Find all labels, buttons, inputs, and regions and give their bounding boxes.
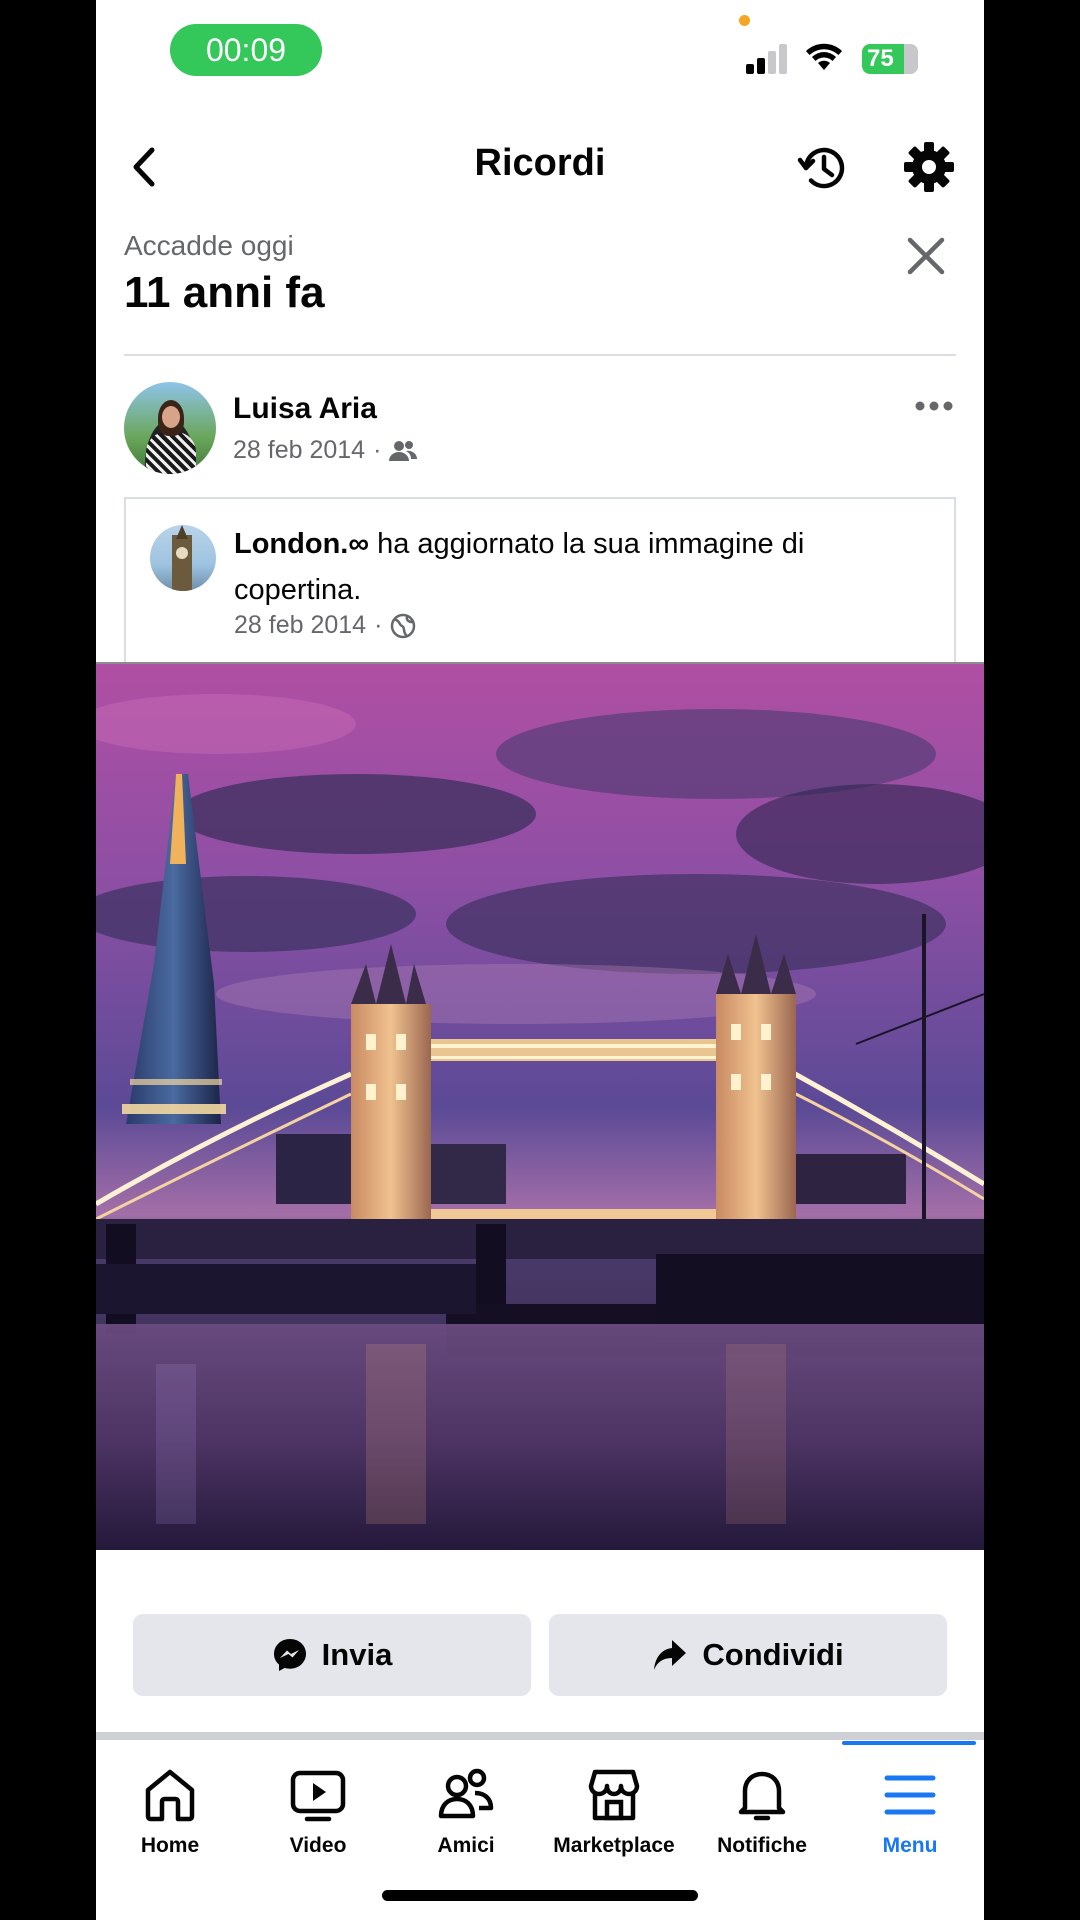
- status-bar: 00:09 75: [96, 0, 984, 110]
- nav-label-notifications: Notifiche: [717, 1834, 807, 1857]
- memory-subtitle: Accadde oggi: [124, 230, 294, 261]
- nav-item-notifications[interactable]: Notifiche: [688, 1746, 836, 1866]
- shared-post-meta: 28 feb 2014 ·: [234, 611, 416, 640]
- send-button[interactable]: Invia: [133, 1614, 531, 1696]
- marketplace-icon: [588, 1769, 640, 1821]
- privacy-indicator-dot: [739, 15, 750, 26]
- menu-icon: [884, 1775, 936, 1815]
- home-icon: [145, 1769, 195, 1822]
- bottom-navigation: Home Video Amici Marketplace Notifiche M…: [96, 1746, 984, 1866]
- nav-item-menu[interactable]: Menu: [836, 1746, 984, 1866]
- messenger-icon: [273, 1639, 306, 1671]
- tower-bridge-image: [96, 664, 984, 1550]
- cover-photo[interactable]: [96, 662, 984, 1550]
- avatar-tower-top: [176, 525, 188, 539]
- cellular-signal-icon: [746, 44, 787, 74]
- nav-label-video: Video: [289, 1834, 347, 1857]
- avatar-face: [162, 406, 180, 428]
- nav-item-friends[interactable]: Amici: [392, 1746, 540, 1866]
- globe-icon: [391, 613, 416, 638]
- app-screen: 00:09 75 Ricordi Accadde oggi 11 anni fa…: [96, 0, 984, 1920]
- gear-icon[interactable]: [902, 140, 956, 194]
- video-icon: [290, 1770, 346, 1822]
- page-avatar[interactable]: [150, 525, 216, 591]
- bell-icon: [738, 1771, 786, 1821]
- history-icon[interactable]: [796, 140, 852, 196]
- close-icon[interactable]: [906, 236, 946, 276]
- wifi-icon: [806, 43, 842, 70]
- meta-separator: ·: [373, 436, 382, 464]
- avatar-body: [146, 432, 196, 474]
- nav-divider: [96, 1732, 984, 1740]
- author-avatar[interactable]: [124, 382, 216, 474]
- nav-item-home[interactable]: Home: [96, 1746, 244, 1866]
- share-button[interactable]: Condividi: [549, 1614, 947, 1696]
- author-name[interactable]: Luisa Aria: [233, 392, 377, 426]
- home-indicator[interactable]: [382, 1890, 698, 1901]
- screen-recording-timer[interactable]: 00:09: [170, 24, 322, 76]
- battery-indicator: 75: [862, 44, 918, 74]
- section-divider: [124, 354, 956, 356]
- page-header: Ricordi: [96, 120, 984, 210]
- post-date[interactable]: 28 feb 2014: [233, 436, 365, 465]
- nav-item-marketplace[interactable]: Marketplace: [540, 1746, 688, 1866]
- more-options-icon[interactable]: [914, 394, 954, 418]
- nav-label-home: Home: [140, 1834, 200, 1857]
- shared-post-text: London.∞ ha aggiornato la sua immagine d…: [234, 521, 934, 613]
- shared-post-date[interactable]: 28 feb 2014: [234, 611, 366, 640]
- post-meta: 28 feb 2014 ·: [233, 436, 418, 465]
- send-label: Invia: [321, 1637, 393, 1672]
- friends-icon: [438, 1768, 494, 1819]
- nav-active-indicator: [842, 1741, 976, 1745]
- battery-empty-segment: [904, 44, 918, 74]
- share-arrow-icon: [654, 1640, 687, 1670]
- friends-audience-icon: [389, 440, 418, 461]
- nav-label-marketplace: Marketplace: [553, 1834, 675, 1857]
- memory-title: 11 anni fa: [124, 268, 325, 317]
- nav-item-video[interactable]: Video: [244, 1746, 392, 1866]
- page-name[interactable]: London.∞: [234, 528, 369, 560]
- avatar-tower: [172, 535, 192, 591]
- share-label: Condividi: [702, 1637, 844, 1672]
- meta-separator: ·: [374, 611, 383, 639]
- avatar-clockface: [176, 547, 188, 559]
- battery-level: 75: [867, 45, 894, 72]
- nav-label-menu: Menu: [882, 1834, 938, 1857]
- nav-label-friends: Amici: [437, 1834, 495, 1857]
